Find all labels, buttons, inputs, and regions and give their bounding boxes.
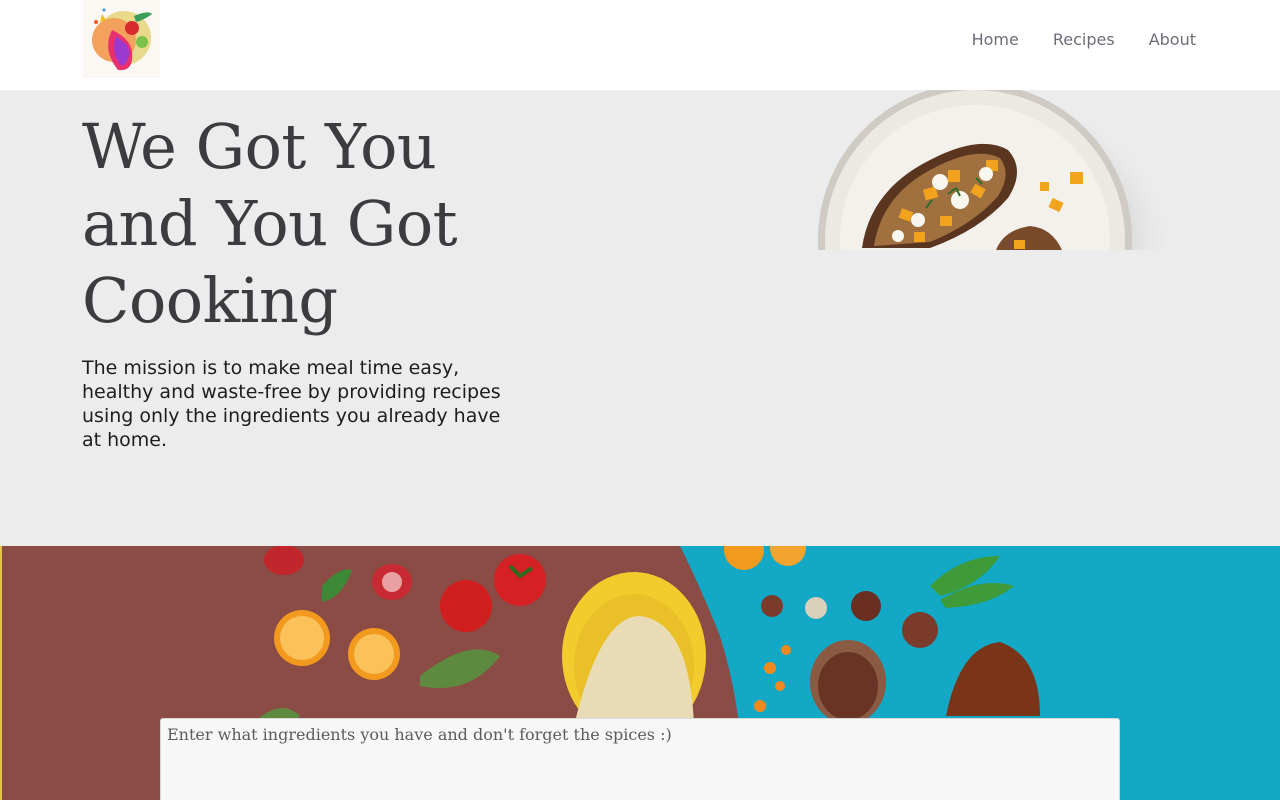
nav-about-link[interactable]: About	[1149, 30, 1196, 50]
main-nav: Home Recipes About	[972, 30, 1196, 50]
fruit-logo-icon[interactable]	[82, 0, 160, 78]
nav-recipes-link[interactable]: Recipes	[1053, 30, 1115, 50]
nav-home-link[interactable]: Home	[972, 30, 1019, 50]
ingredients-input[interactable]	[161, 719, 1119, 800]
food-plate-image	[790, 90, 1190, 250]
hero-title: We Got You and You Got Cooking	[82, 110, 458, 337]
hero-description: The mission is to make meal time easy, h…	[82, 357, 501, 451]
site-header: Home Recipes About	[0, 0, 1280, 90]
hero-section: We Got You and You Got Cooking The missi…	[0, 90, 1280, 546]
ingredients-input-container	[160, 718, 1120, 800]
